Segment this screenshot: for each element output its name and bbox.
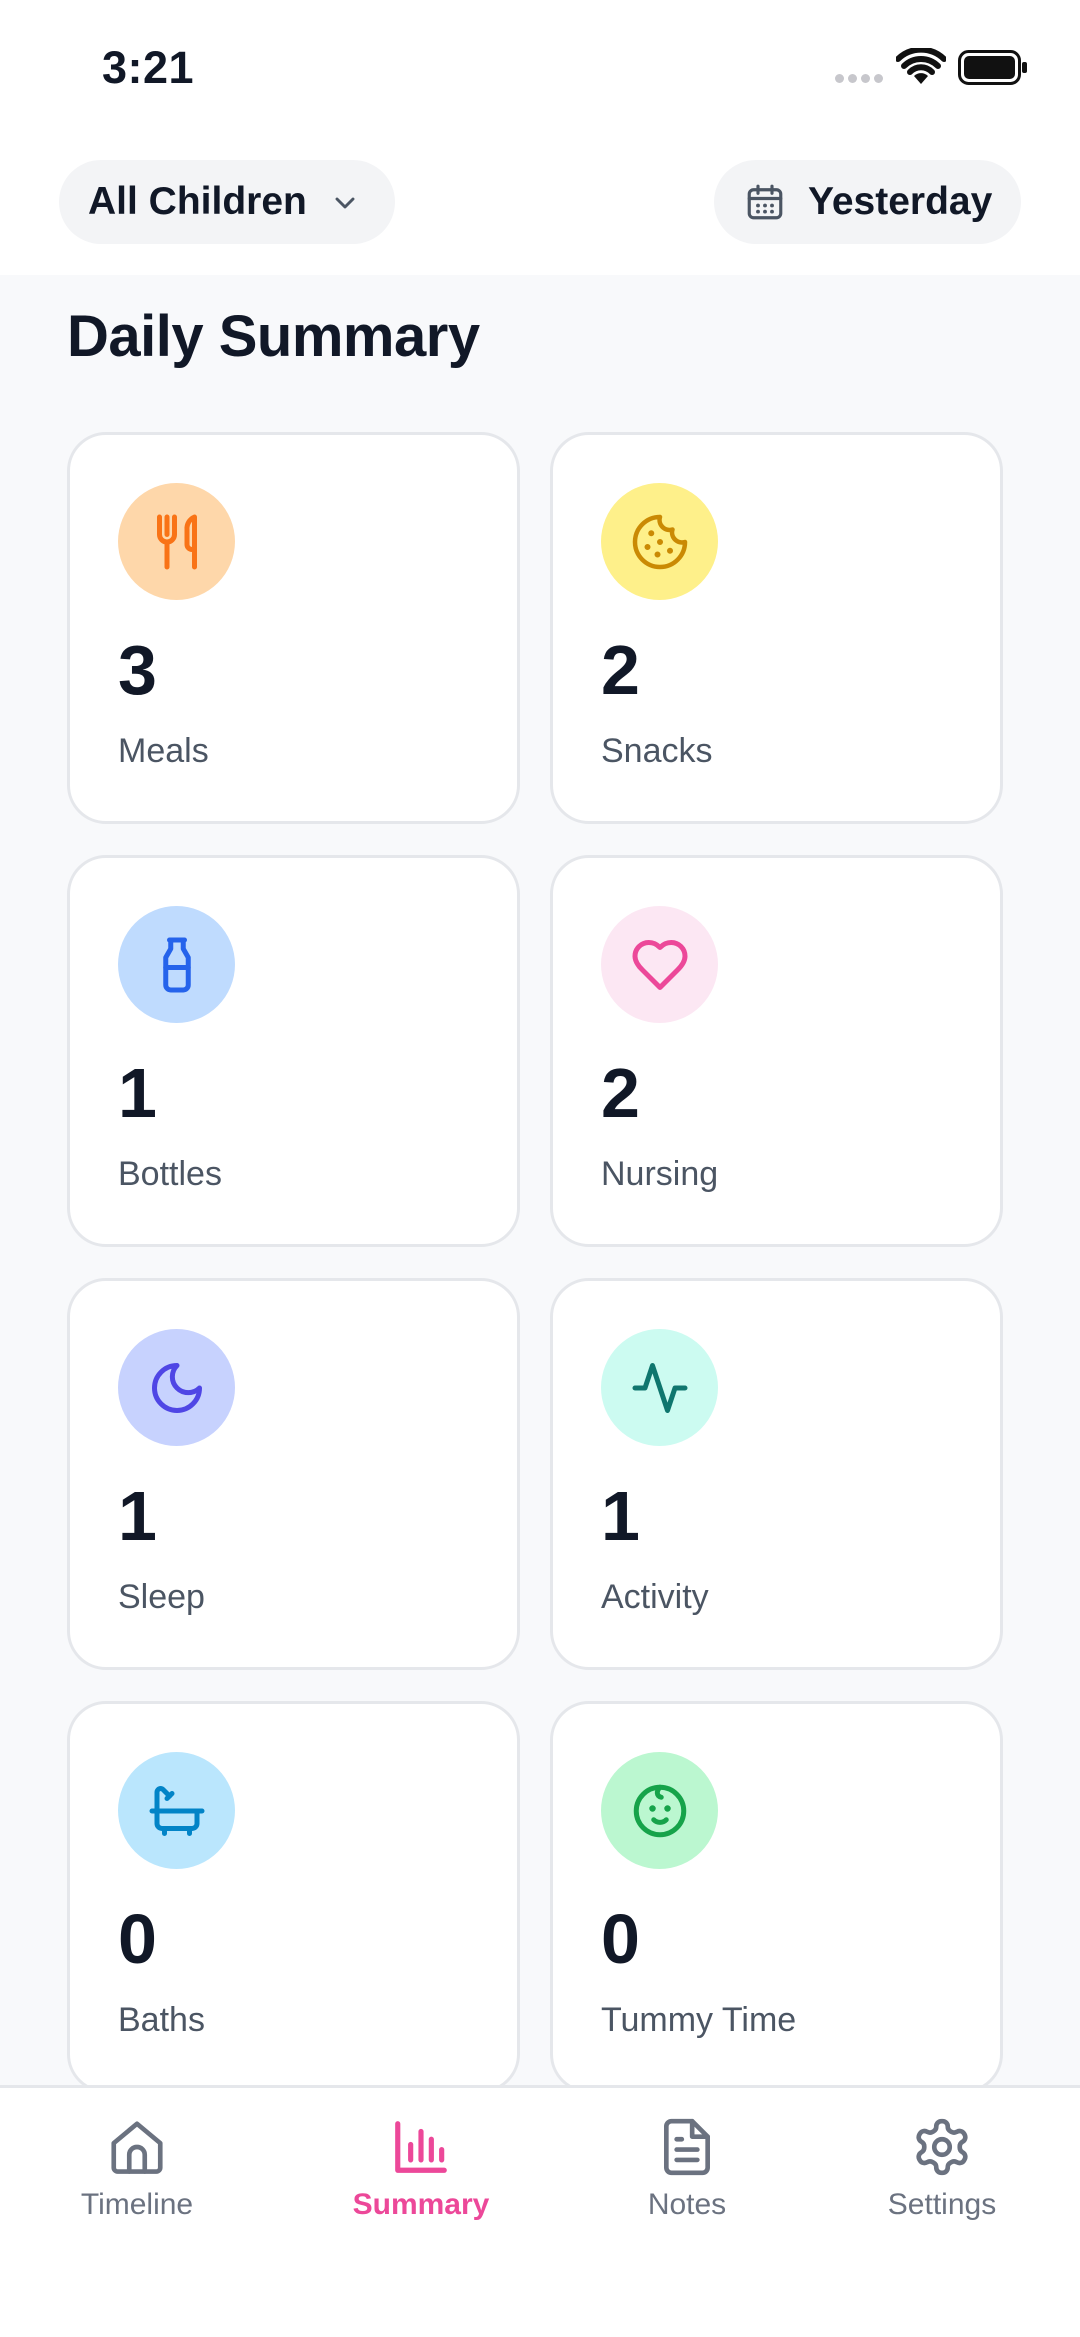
summary-card-sleep[interactable]: 1 Sleep [67, 1278, 520, 1670]
heart-icon [632, 939, 687, 990]
summary-card-nursing[interactable]: 2 Nursing [550, 855, 1003, 1247]
tab-timeline[interactable]: Timeline [37, 2116, 237, 2226]
card-count: 0 [601, 1900, 640, 1978]
moon-icon [151, 1362, 202, 1413]
home-icon [111, 2121, 163, 2174]
card-count: 1 [118, 1054, 157, 1132]
summary-card-activity[interactable]: 1 Activity [550, 1278, 1003, 1670]
date-selector-label: Yesterday [808, 180, 993, 223]
card-label: Activity [601, 1578, 709, 1616]
tab-label: Summary [352, 2188, 490, 2221]
card-label: Bottles [118, 1155, 222, 1193]
card-count: 1 [601, 1477, 640, 1555]
card-label: Snacks [601, 732, 713, 770]
summary-card-baths[interactable]: 0 Baths [67, 1701, 520, 2085]
bar-chart-icon [395, 2121, 447, 2173]
child-selector-dropdown[interactable]: All Children [59, 160, 395, 244]
bottom-tab-bar: Timeline Summary Notes Settings [0, 2085, 1080, 2337]
card-icon-circle [118, 1329, 235, 1446]
card-icon-circle [118, 906, 235, 1023]
tab-label: Timeline [80, 2188, 194, 2221]
battery-icon [958, 50, 1027, 85]
summary-card-meals[interactable]: 3 Meals [67, 432, 520, 824]
tab-notes[interactable]: Notes [587, 2116, 787, 2226]
calendar-icon [747, 184, 783, 220]
card-icon-circle [118, 483, 235, 600]
card-label: Meals [118, 732, 209, 770]
document-icon [664, 2118, 710, 2176]
summary-card-tummy-time[interactable]: 0 Tummy Time [550, 1701, 1003, 2085]
cellular-signal-icon [835, 74, 885, 84]
activity-icon [632, 1362, 687, 1413]
summary-card-snacks[interactable]: 2 Snacks [550, 432, 1003, 824]
cookie-icon [632, 514, 687, 569]
gear-icon [916, 2118, 968, 2176]
tab-label: Settings [887, 2188, 997, 2221]
card-count: 2 [601, 1054, 640, 1132]
card-icon-circle [601, 1329, 718, 1446]
bottle-icon [162, 937, 191, 992]
card-icon-circle [601, 483, 718, 600]
card-icon-circle [601, 906, 718, 1023]
utensils-icon [156, 514, 197, 569]
chevron-down-icon [335, 197, 355, 209]
card-count: 2 [601, 631, 640, 709]
bathtub-icon [149, 1785, 204, 1836]
card-label: Sleep [118, 1578, 205, 1616]
summary-card-bottles[interactable]: 1 Bottles [67, 855, 520, 1247]
card-icon-circle [118, 1752, 235, 1869]
date-selector-button[interactable]: Yesterday [714, 160, 1021, 244]
tab-settings[interactable]: Settings [842, 2116, 1042, 2226]
status-bar: 3:21 [0, 0, 1080, 135]
card-count: 0 [118, 1900, 157, 1978]
card-label: Baths [118, 2001, 205, 2039]
card-count: 3 [118, 631, 157, 709]
card-label: Nursing [601, 1155, 719, 1193]
child-selector-label: All Children [88, 180, 307, 223]
card-label: Tummy Time [601, 2001, 797, 2039]
status-time: 3:21 [102, 42, 195, 93]
wifi-icon [896, 48, 946, 84]
card-count: 1 [118, 1477, 157, 1555]
summary-content[interactable]: Daily Summary 3 Meals 2 Snacks 1 Bottles… [0, 275, 1080, 2085]
header-bar: All Children Yesterday [0, 135, 1080, 275]
tab-summary[interactable]: Summary [321, 2116, 521, 2226]
page-title: Daily Summary [67, 304, 480, 369]
tab-label: Notes [647, 2188, 727, 2221]
card-icon-circle [601, 1752, 718, 1869]
baby-icon [633, 1784, 686, 1837]
